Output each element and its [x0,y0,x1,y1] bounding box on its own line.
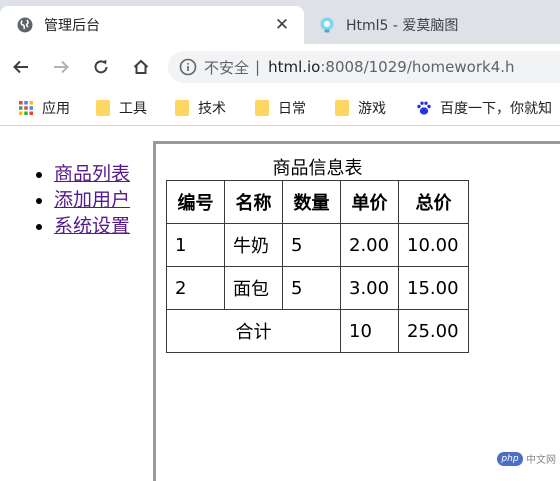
close-tab-icon[interactable]: ✕ [270,13,294,37]
back-button[interactable] [8,54,34,80]
column-header: 名称 [224,180,283,224]
column-header: 单价 [340,180,399,224]
table-caption: 商品信息表 [272,158,363,179]
reload-icon [94,60,108,74]
column-header: 总价 [398,180,469,224]
browser-toolbar: 不安全 | html.io:8008/1029/homework4.h [0,44,560,90]
url-path: :8008/1029/homework4.h [320,58,515,76]
security-label: 不安全 [204,58,250,77]
bookmark-folder-games[interactable]: 游戏 [334,90,386,125]
nav-menu: 商品列表 添加用户 系统设置 [34,161,130,239]
cell-unit-price: 2.00 [340,223,399,267]
nav-link-system-settings[interactable]: 系统设置 [54,215,130,237]
cell-sum-label: 合计 [166,309,341,353]
cell-total: 10.00 [398,223,469,267]
bookmark-folder-tools[interactable]: 工具 [95,90,147,125]
page-viewport: 商品列表 添加用户 系统设置 商品信息表 编号 名称 数量 单价 总价 1 牛奶… [0,127,560,481]
baidu-paw-icon [416,100,432,116]
php-logo: php [497,451,523,466]
bookmark-label: 游戏 [358,101,386,117]
address-bar[interactable]: 不安全 | html.io:8008/1029/homework4.h [168,51,560,83]
bulb-icon [318,16,336,34]
cell-unit-price: 3.00 [340,266,399,310]
nav-item: 系统设置 [54,213,130,239]
home-icon [133,59,149,74]
tab-admin[interactable]: 管理后台 ✕ [0,6,304,44]
cell-sum-total: 25.00 [398,309,469,353]
info-icon[interactable] [178,57,198,77]
bookmark-folder-daily[interactable]: 日常 [254,90,306,125]
table-header-row: 编号 名称 数量 单价 总价 [166,180,469,224]
table-row: 2 面包 5 3.00 15.00 [166,266,469,310]
home-button[interactable] [128,54,154,80]
bookmark-label: 百度一下，你就知 [440,101,552,117]
bookmark-baidu[interactable]: 百度一下，你就知 [416,90,552,125]
tab-title: 管理后台 [44,18,100,34]
folder-icon [174,100,190,116]
address-separator: | [255,58,261,76]
column-header: 数量 [282,180,341,224]
content-iframe: 商品信息表 编号 名称 数量 单价 总价 1 牛奶 5 2.00 10.00 2… [153,141,560,481]
table-footer-row: 合计 10 25.00 [166,309,469,353]
nav-item: 添加用户 [54,187,130,213]
nav-link-add-user[interactable]: 添加用户 [54,189,130,211]
url-host: html.io [268,58,321,76]
cell-sum-quantity: 10 [340,309,399,353]
column-header: 编号 [166,180,225,224]
folder-icon [334,100,350,116]
cell-id: 2 [166,266,225,310]
bookmark-label: 工具 [119,101,147,117]
reload-button[interactable] [88,54,114,80]
table-row: 1 牛奶 5 2.00 10.00 [166,223,469,267]
cell-id: 1 [166,223,225,267]
bookmark-label: 日常 [278,101,306,117]
cell-total: 15.00 [398,266,469,310]
tab-title: Html5 - 爱莫脑图 [346,18,459,34]
globe-icon [16,16,34,34]
cell-quantity: 5 [282,266,341,310]
nav-link-product-list[interactable]: 商品列表 [54,163,130,185]
bookmark-label: 技术 [198,101,226,117]
forward-button[interactable] [48,54,74,80]
bookmark-label: 应用 [42,101,70,117]
cell-name: 牛奶 [224,223,283,267]
cell-quantity: 5 [282,223,341,267]
tab-mindmap[interactable]: Html5 - 爱莫脑图 [304,6,560,44]
site-watermark: php 中文网 [497,451,556,466]
product-table: 商品信息表 编号 名称 数量 单价 总价 1 牛奶 5 2.00 10.00 2… [166,157,469,353]
watermark-text: 中文网 [526,455,556,466]
arrow-right-icon [54,60,69,74]
tab-strip: 管理后台 ✕ Html5 - 爱莫脑图 [0,0,560,44]
bookmark-folder-tech[interactable]: 技术 [174,90,226,125]
apps-grid-icon [18,100,34,116]
cell-name: 面包 [224,266,283,310]
arrow-left-icon [13,60,28,74]
bookmark-apps[interactable]: 应用 [18,90,70,125]
nav-item: 商品列表 [54,161,130,187]
folder-icon [95,100,111,116]
bookmarks-bar: 应用 工具 技术 日常 游戏 百度一下，你就知 [0,90,560,126]
folder-icon [254,100,270,116]
